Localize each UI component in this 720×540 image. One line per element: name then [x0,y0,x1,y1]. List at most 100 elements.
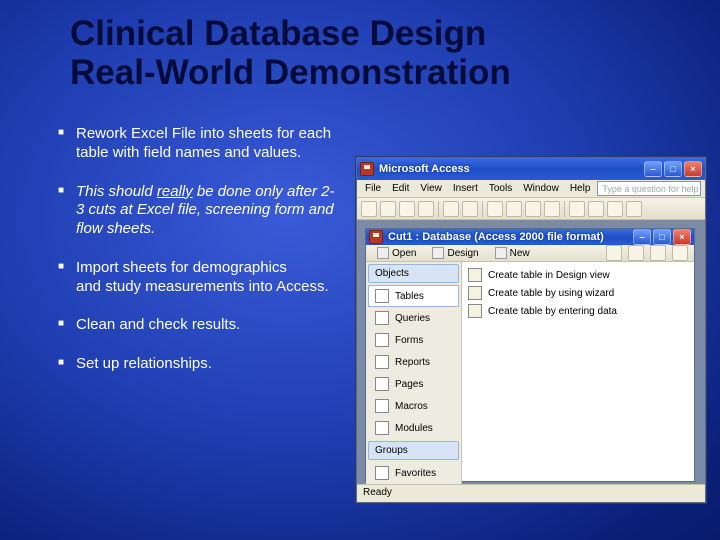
objects-nav: Objects Tables Queries Forms Reports Pag… [366,262,462,484]
nav-tables[interactable]: Tables [368,285,459,307]
wizard-icon [468,304,482,318]
nav-favorites-label: Favorites [395,468,436,479]
objects-header[interactable]: Objects [368,264,459,283]
toolbar-button[interactable] [462,201,478,217]
nav-forms-label: Forms [395,335,423,346]
bullet-2-pre: This should [76,183,157,200]
toolbar-button[interactable] [487,201,503,217]
database-window: Cut1 : Database (Access 2000 file format… [365,228,695,482]
menubar: File Edit View Insert Tools Window Help … [357,180,705,198]
nav-pages[interactable]: Pages [368,373,459,395]
list-item-label: Create table in Design view [488,270,610,281]
ms-access-window: Microsoft Access – □ × File Edit View In… [356,157,706,503]
forms-icon [375,333,389,347]
open-icon [377,247,389,259]
nav-queries[interactable]: Queries [368,307,459,329]
menu-edit[interactable]: Edit [388,182,413,195]
nav-favorites[interactable]: Favorites [368,462,459,484]
toolbar-button[interactable] [506,201,522,217]
tables-icon [375,289,389,303]
bullet-3: Import sheets for demographics and study… [58,259,338,297]
db-body: Objects Tables Queries Forms Reports Pag… [366,262,694,484]
favorites-icon [375,466,389,480]
toolbar-separator [438,201,439,217]
nav-modules-label: Modules [395,423,433,434]
minimize-button[interactable]: – [644,161,662,177]
menu-window[interactable]: Window [519,182,563,195]
toolbar-button[interactable] [399,201,415,217]
db-open-button[interactable]: Open [372,245,421,261]
title-line-2: Real-World Demonstration [70,53,511,92]
toolbar-button[interactable] [418,201,434,217]
menu-help[interactable]: Help [566,182,595,195]
modules-icon [375,421,389,435]
toolbar-button[interactable] [361,201,377,217]
view-button[interactable] [606,245,622,261]
status-bar: Ready [357,484,705,502]
db-titlebar[interactable]: Cut1 : Database (Access 2000 file format… [366,229,694,245]
list-item[interactable]: Create table by using wizard [468,284,688,302]
db-minimize-button[interactable]: – [633,229,651,245]
nav-forms[interactable]: Forms [368,329,459,351]
db-design-button[interactable]: Design [427,245,483,261]
nav-reports[interactable]: Reports [368,351,459,373]
nav-modules[interactable]: Modules [368,417,459,439]
maximize-button[interactable]: □ [664,161,682,177]
list-item[interactable]: Create table by entering data [468,302,688,320]
bullet-2: This should really be done only after 2-… [58,183,338,239]
help-search-input[interactable]: Type a question for help [597,181,701,196]
list-item-label: Create table by using wizard [488,288,614,299]
view-button[interactable] [628,245,644,261]
bullet-4: Clean and check results. [58,316,338,335]
reports-icon [375,355,389,369]
mdi-area: Cut1 : Database (Access 2000 file format… [357,220,705,484]
toolbar-button[interactable] [607,201,623,217]
toolbar-button[interactable] [588,201,604,217]
wizard-icon [468,286,482,300]
toolbar-separator [482,201,483,217]
bullet-list: Rework Excel File into sheets for each t… [58,125,338,394]
menu-tools[interactable]: Tools [485,182,516,195]
toolbar-button[interactable] [569,201,585,217]
db-close-button[interactable]: × [673,229,691,245]
wizard-icon [468,268,482,282]
toolbar-button[interactable] [626,201,642,217]
nav-macros-label: Macros [395,401,428,412]
toolbar-button[interactable] [525,201,541,217]
groups-header[interactable]: Groups [368,441,459,460]
db-maximize-button[interactable]: □ [653,229,671,245]
bullet-1: Rework Excel File into sheets for each t… [58,125,338,163]
db-new-button[interactable]: New [490,245,535,261]
toolbar-separator [564,201,565,217]
view-button[interactable] [650,245,666,261]
close-button[interactable]: × [684,161,702,177]
db-open-label: Open [392,248,416,259]
nav-tables-label: Tables [395,291,424,302]
app-title: Microsoft Access [379,163,639,175]
db-design-label: Design [447,248,478,259]
toolbar-button[interactable] [544,201,560,217]
menu-file[interactable]: File [361,182,385,195]
nav-queries-label: Queries [395,313,430,324]
db-toolbar: Open Design New [366,245,694,262]
groups-label: Groups [375,445,408,456]
nav-pages-label: Pages [395,379,423,390]
list-item[interactable]: Create table in Design view [468,266,688,284]
pages-icon [375,377,389,391]
toolbar-button[interactable] [443,201,459,217]
db-new-label: New [510,248,530,259]
toolbar-button[interactable] [380,201,396,217]
db-window-buttons: – □ × [633,229,691,245]
menu-view[interactable]: View [416,182,446,195]
object-list: Create table in Design view Create table… [462,262,694,484]
slide-title: Clinical Database Design Real-World Demo… [70,14,690,92]
app-titlebar[interactable]: Microsoft Access – □ × [357,158,705,180]
queries-icon [375,311,389,325]
new-icon [495,247,507,259]
view-button[interactable] [672,245,688,261]
objects-label: Objects [375,268,409,279]
status-text: Ready [363,487,392,498]
menu-insert[interactable]: Insert [449,182,482,195]
nav-macros[interactable]: Macros [368,395,459,417]
window-buttons: – □ × [644,161,702,177]
